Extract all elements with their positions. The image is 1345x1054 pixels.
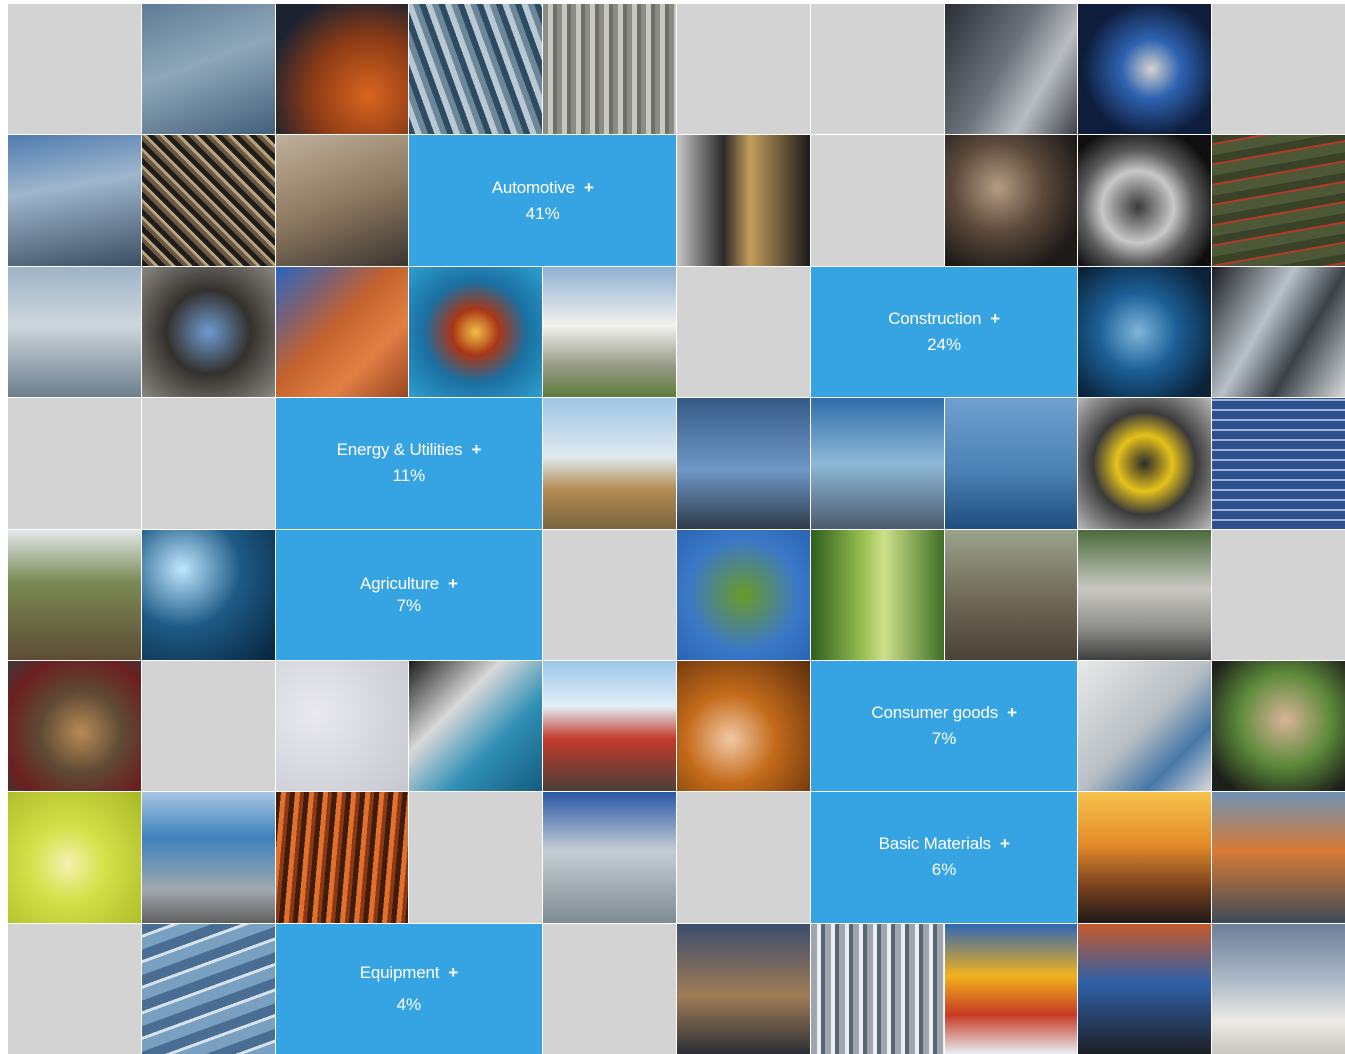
sector-share: 6% bbox=[931, 860, 957, 880]
photo-notebooks bbox=[409, 660, 543, 792]
plus-icon: + bbox=[583, 177, 594, 197]
sector-label: Construction + bbox=[888, 308, 1000, 328]
photo-cable-bundles bbox=[1212, 923, 1345, 1054]
blank-tile bbox=[1212, 529, 1345, 660]
sector-share: 11% bbox=[392, 466, 426, 486]
sector-share: 4% bbox=[396, 994, 422, 1014]
photo-house-fence bbox=[543, 266, 676, 398]
sector-share: 7% bbox=[396, 595, 422, 615]
photo-copper-rods bbox=[275, 792, 409, 923]
plus-icon: + bbox=[471, 440, 482, 460]
sector-label: Consumer goods + bbox=[871, 703, 1017, 723]
blank-tile bbox=[677, 266, 810, 398]
photo-technician bbox=[1078, 923, 1212, 1054]
photo-steel-cord bbox=[409, 4, 543, 135]
photo-steel-cables bbox=[810, 923, 944, 1054]
photo-fire-test bbox=[409, 266, 543, 398]
photo-skiers bbox=[543, 660, 676, 792]
blank-tile bbox=[543, 529, 676, 660]
photo-wires bbox=[141, 4, 275, 135]
photo-bridge bbox=[8, 266, 141, 398]
photo-workers-pylon bbox=[1212, 792, 1345, 923]
photo-tire-cord bbox=[677, 135, 810, 266]
sector-share: 7% bbox=[931, 729, 957, 749]
photo-factory bbox=[141, 135, 275, 266]
photo-solar-panels bbox=[1212, 398, 1345, 529]
photo-plant-stem bbox=[810, 529, 944, 660]
plus-icon: + bbox=[1007, 703, 1017, 723]
photo-paper-clips bbox=[275, 660, 409, 792]
sector-share: 41% bbox=[525, 203, 560, 223]
sector-label: Equipment + bbox=[359, 962, 458, 982]
plus-icon: + bbox=[999, 834, 1010, 854]
sector-tile-basic-materials[interactable]: Basic Materials + 6% bbox=[810, 792, 1078, 923]
sector-label: Energy & Utilities + bbox=[336, 440, 482, 460]
photo-hose-clamps bbox=[1078, 660, 1212, 792]
photo-wire-coil bbox=[1078, 135, 1212, 266]
photo-steel-tube bbox=[1212, 266, 1345, 398]
sector-tile-energy-utilities[interactable]: Energy & Utilities + 11% bbox=[275, 398, 543, 529]
photo-conveyor-worker bbox=[677, 923, 810, 1054]
photo-lattice-structure bbox=[141, 266, 275, 398]
photo-power-pylon bbox=[677, 398, 810, 529]
blank-tile bbox=[677, 792, 810, 923]
photo-mechanics bbox=[944, 135, 1078, 266]
photo-brake-disc bbox=[1078, 4, 1212, 135]
sector-label: Automotive + bbox=[491, 177, 594, 197]
sector-label: Basic Materials + bbox=[878, 834, 1010, 854]
blank-tile bbox=[8, 398, 141, 529]
sector-mosaic: Automotive + 41% Construction + 24% Energy… bbox=[8, 4, 1345, 1054]
photo-port-cranes bbox=[141, 792, 275, 923]
photo-steering-wheel bbox=[275, 4, 409, 135]
blank-tile bbox=[141, 660, 275, 792]
plus-icon: + bbox=[448, 962, 458, 982]
plus-icon: + bbox=[990, 308, 1000, 328]
blank-tile bbox=[677, 4, 810, 135]
photo-snow-plough bbox=[944, 923, 1078, 1054]
photo-fishing-net bbox=[141, 529, 275, 660]
sector-share: 24% bbox=[927, 334, 962, 354]
photo-roof-structure bbox=[141, 923, 275, 1054]
blank-tile bbox=[141, 398, 275, 529]
blank-tile bbox=[1212, 4, 1345, 135]
photo-tree-branches bbox=[677, 529, 810, 660]
blank-tile bbox=[8, 4, 141, 135]
plus-icon: + bbox=[448, 573, 458, 593]
photo-offshore-platform bbox=[944, 398, 1078, 529]
sector-tile-automotive[interactable]: Automotive + 41% bbox=[409, 135, 676, 266]
photo-farmer-donkey bbox=[8, 529, 141, 660]
photo-wire-coils bbox=[543, 4, 676, 135]
sector-label: Agriculture + bbox=[359, 573, 458, 593]
photo-drilling-rig bbox=[810, 398, 944, 529]
blank-tile bbox=[8, 923, 141, 1054]
blank-tile bbox=[810, 4, 944, 135]
photo-windscreen bbox=[8, 135, 141, 266]
sector-tile-consumer-goods[interactable]: Consumer goods + 7% bbox=[810, 660, 1078, 792]
photo-boy-wheel bbox=[1212, 660, 1345, 792]
photo-yellow-cap bbox=[8, 792, 141, 923]
photo-fence-worker bbox=[944, 529, 1078, 660]
photo-car-trunk bbox=[275, 135, 409, 266]
photo-cable-reel-truck bbox=[543, 398, 676, 529]
blank-tile bbox=[409, 792, 543, 923]
photo-guitar bbox=[677, 660, 810, 792]
photo-crane-sunset bbox=[1078, 792, 1212, 923]
photo-bricks bbox=[275, 266, 409, 398]
sector-tile-construction[interactable]: Construction + 24% bbox=[810, 266, 1078, 398]
blank-tile bbox=[810, 135, 944, 266]
blank-tile bbox=[543, 923, 676, 1054]
sector-tile-equipment[interactable]: Equipment + 4% bbox=[275, 923, 543, 1054]
photo-refinery bbox=[543, 792, 676, 923]
photo-vineyard-wire bbox=[1212, 135, 1345, 266]
photo-chicken-auger bbox=[1078, 529, 1212, 660]
photo-cable-drum bbox=[1078, 398, 1212, 529]
photo-cable-clamp bbox=[1078, 266, 1212, 398]
sector-tile-agriculture[interactable]: Agriculture + 7% bbox=[275, 529, 543, 660]
photo-champagne-cork bbox=[8, 660, 141, 792]
photo-car-door bbox=[944, 4, 1078, 135]
